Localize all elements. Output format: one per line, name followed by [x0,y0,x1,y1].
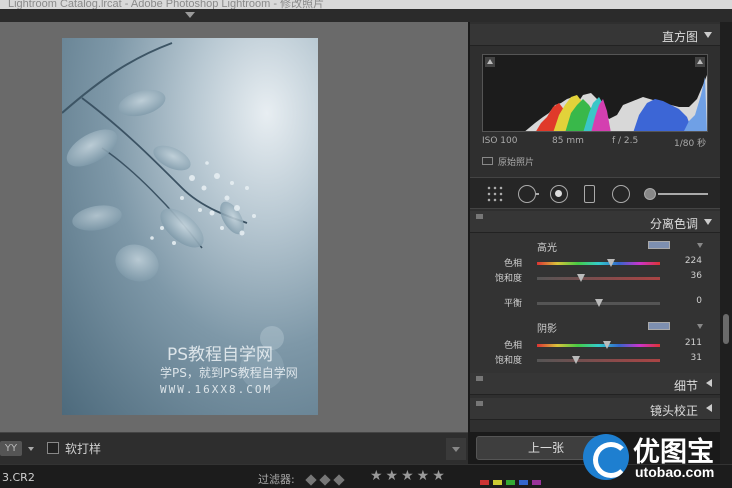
photo-preview[interactable]: PS教程自学网 学PS，就到PS教程自学网 WWW.16XX8.COM [62,38,318,415]
filename-label[interactable]: 3.CR2 [2,471,35,484]
window-title-bar: Lightroom Catalog.lrcat - Adobe Photosho… [0,0,732,9]
exif-iso: ISO 100 [482,136,518,146]
tool-strip [470,177,720,209]
chevron-down-icon[interactable] [697,324,703,329]
highlights-label: 高光 [537,243,557,254]
shadows-hue-slider[interactable]: 色相 211 [470,338,720,352]
slider-thumb[interactable] [594,299,603,307]
highlight-clipping-icon[interactable] [695,57,705,67]
panel-scrollbar[interactable] [720,22,732,464]
toolbar-menu-button[interactable] [446,438,466,460]
site-logo: 优图宝 utobao.com [583,430,729,486]
slider-label: 平衡 [503,299,522,309]
split-toning-header[interactable]: 分离色调 [470,211,720,233]
slider-track[interactable] [537,356,660,364]
slider-track[interactable] [537,274,660,282]
slider-label: 饱和度 [494,274,522,284]
rating-filter-stars[interactable]: ★★★★★ [370,468,448,484]
view-mode-dropdown-icon[interactable] [28,447,34,451]
logo-url: utobao.com [635,464,715,480]
histogram-header[interactable]: 直方图 [470,24,720,46]
soft-proof-label: 软打样 [65,442,102,456]
filter-label: 过滤器: [258,473,295,486]
panel-switch-icon[interactable] [476,214,483,219]
exif-aperture: f / 2.5 [612,136,639,146]
image-canvas[interactable]: PS教程自学网 学PS，就到PS教程自学网 WWW.16XX8.COM [0,22,468,432]
flag-filter[interactable] [305,474,349,487]
detail-title: 细节 [673,379,698,393]
color-label-red[interactable] [480,480,489,485]
expand-arrow-icon[interactable] [706,379,712,387]
panel-switch-icon[interactable] [476,401,483,406]
crop-overlay-icon[interactable] [486,185,504,203]
adjustment-brush-icon[interactable] [644,188,708,200]
slider-value[interactable]: 224 [685,256,702,266]
watermark-url: WWW.16XX8.COM [160,383,273,396]
slider-value[interactable]: 31 [691,353,702,363]
highlights-hue-slider[interactable]: 色相 224 [470,256,720,270]
top-panel-toggle-strip[interactable] [0,9,732,22]
slider-track[interactable] [537,299,660,307]
window-title: Lightroom Catalog.lrcat - Adobe Photosho… [8,0,325,9]
detail-header[interactable]: 细节 [470,373,720,395]
slider-track[interactable] [537,259,660,267]
chevron-down-icon[interactable] [697,243,703,248]
scrollbar-thumb[interactable] [723,314,729,344]
color-label-filter[interactable] [480,475,545,488]
highlights-saturation-slider[interactable]: 饱和度 36 [470,271,720,285]
slider-thumb[interactable] [577,274,586,282]
highlights-color-swatch[interactable] [648,241,670,249]
red-eye-icon[interactable] [550,185,568,203]
slider-thumb[interactable] [572,356,581,364]
shadows-saturation-slider[interactable]: 饱和度 31 [470,353,720,367]
slider-track[interactable] [537,341,660,349]
color-label-yellow[interactable] [493,480,502,485]
split-toning-title: 分离色调 [649,217,698,231]
shadows-label: 阴影 [537,324,557,335]
color-label-purple[interactable] [532,480,541,485]
exif-shutter: 1/80 秒 [674,139,707,149]
panel-switch-icon[interactable] [476,376,483,381]
watermark-title: PS教程自学网 [167,345,274,365]
slider-value[interactable]: 36 [691,271,702,281]
watermark-subtitle: 学PS，就到PS教程自学网 [160,366,298,380]
slider-thumb[interactable] [603,341,612,349]
soft-proof-checkbox[interactable] [47,442,59,454]
flag-icon[interactable] [319,474,331,486]
color-label-blue[interactable] [519,480,528,485]
split-toning-body: 高光 色相 224 饱和度 36 平衡 0 阴影 色相 211 饱和度 31 [470,233,720,373]
histogram-curves [525,75,707,131]
exif-focal-length: 85 mm [552,136,584,146]
balance-slider[interactable]: 平衡 0 [470,296,720,310]
graduated-filter-icon[interactable] [584,185,595,203]
bottom-toolbar: YY 软打样 [0,432,468,464]
original-photo-checkbox[interactable] [482,157,493,165]
color-label-green[interactable] [506,480,515,485]
bird-logo-icon [583,434,629,480]
lens-correction-header[interactable]: 镜头校正 [470,398,720,420]
shadows-color-swatch[interactable] [648,322,670,330]
slider-label: 饱和度 [494,356,522,366]
slider-value[interactable]: 0 [696,296,702,306]
view-mode-button[interactable]: YY [0,441,22,456]
flag-icon[interactable] [333,474,345,486]
histogram-title: 直方图 [661,30,698,44]
original-photo-label: 原始照片 [498,158,535,168]
spot-removal-icon[interactable] [518,185,539,203]
lens-correction-title: 镜头校正 [649,404,698,418]
collapse-arrow-icon[interactable] [185,12,195,18]
shadow-clipping-icon[interactable] [485,57,495,67]
slider-label: 色相 [503,259,522,269]
slider-value[interactable]: 211 [685,338,702,348]
slider-label: 色相 [503,341,522,351]
radial-filter-icon[interactable] [612,185,630,203]
collapse-arrow-icon[interactable] [704,219,712,225]
slider-thumb[interactable] [606,259,615,267]
expand-arrow-icon[interactable] [706,404,712,412]
collapse-arrow-icon[interactable] [704,32,712,38]
flag-icon[interactable] [305,474,317,486]
develop-right-panel: 直方图 ISO 100 85 mm f / 2.5 1/80 秒 原始照片 分离… [470,22,720,432]
histogram-graph[interactable] [482,54,708,132]
